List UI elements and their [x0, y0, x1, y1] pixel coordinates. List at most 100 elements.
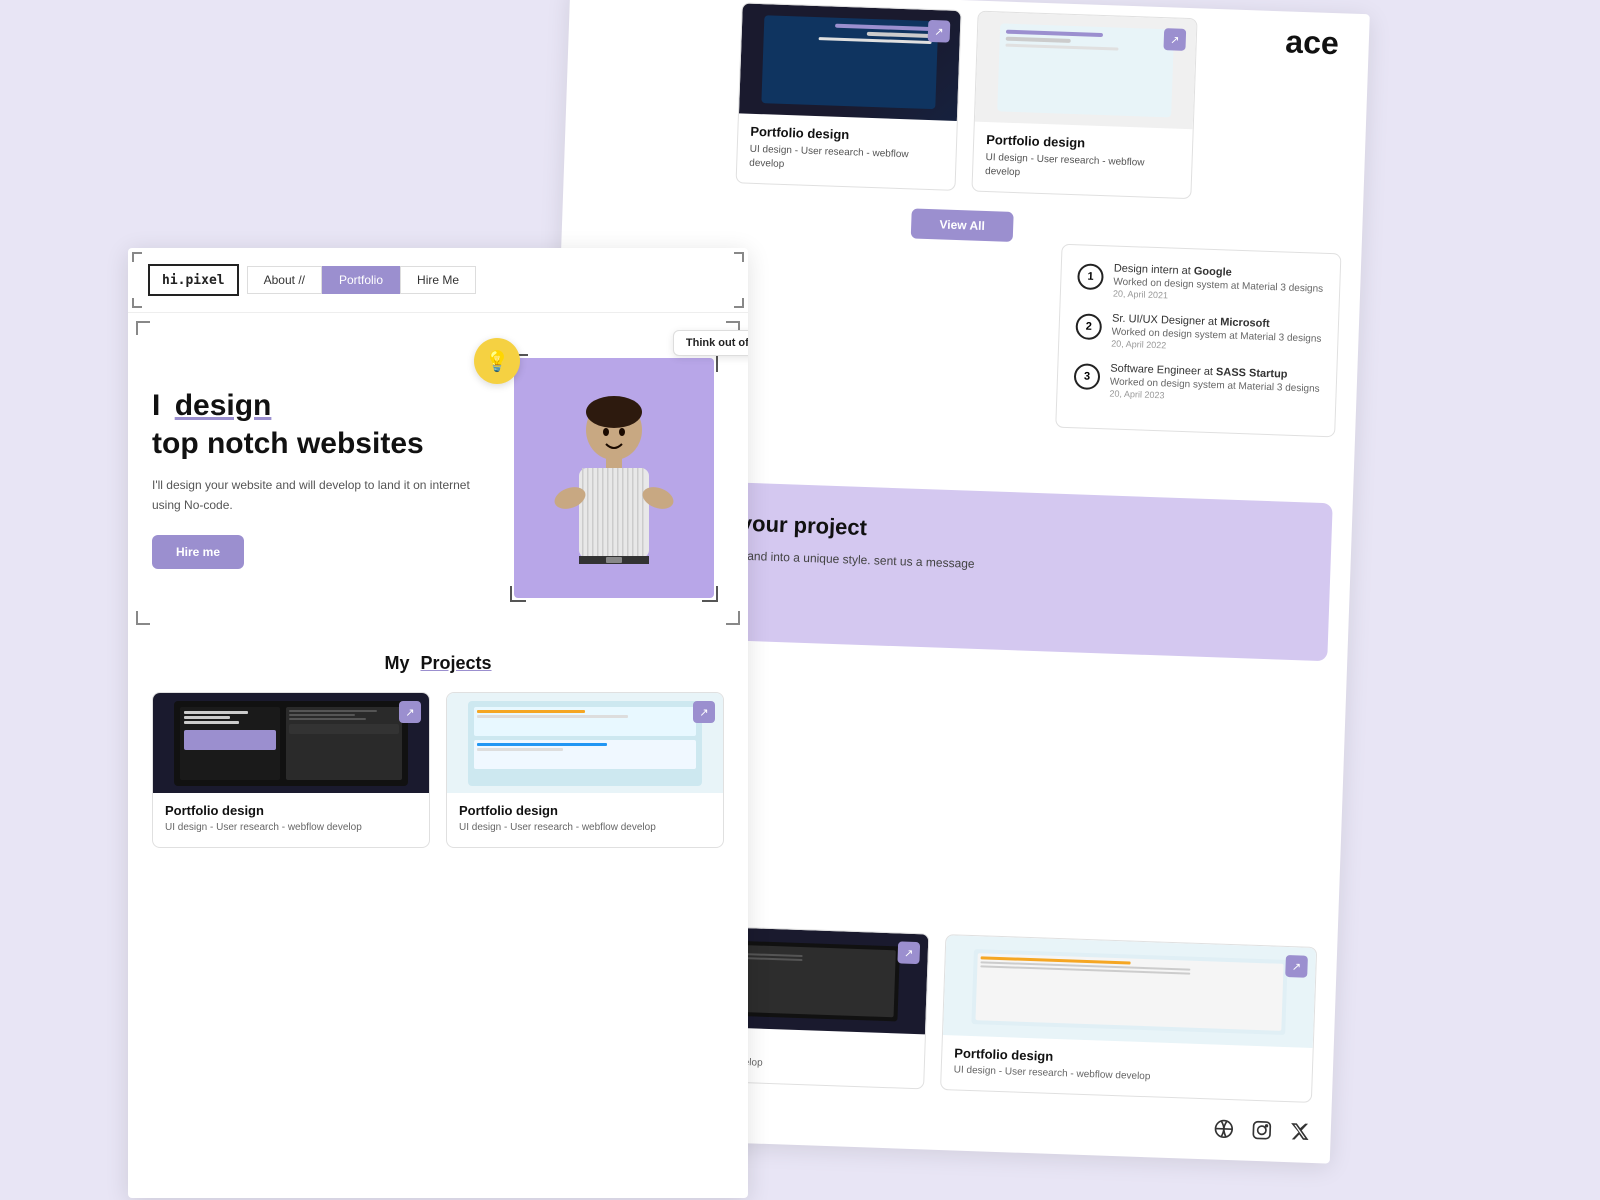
card2-top — [474, 707, 697, 736]
back-port-card-1: Portfolio design UI design - User resear… — [736, 2, 962, 191]
think-tooltip: Think out of the box — [673, 330, 748, 356]
hero-description: I'll design your website and will develo… — [152, 476, 484, 514]
back-card-2-title: Portfolio design — [986, 132, 1180, 154]
instagram-icon[interactable] — [1250, 1119, 1273, 1142]
bottom-card-2: Portfolio design UI design - User resear… — [940, 934, 1317, 1103]
exp-item-3: 3 Software Engineer at SASS Startup Work… — [1073, 361, 1320, 406]
back-card-2-body: Portfolio design UI design - User resear… — [972, 122, 1192, 199]
project-card-1-title: Portfolio design — [165, 803, 417, 818]
footer-icons — [1212, 1118, 1311, 1143]
hero-title: I design top notch websites — [152, 387, 484, 462]
back-card-2-mockup — [997, 23, 1174, 117]
navbar: hi.pixel About // Portfolio Hire Me — [128, 248, 748, 313]
c1b2 — [184, 716, 230, 719]
nav-logo-wrap: hi.pixel — [148, 264, 239, 296]
back-card-1-mockup — [761, 15, 938, 109]
ace-text: ace — [1285, 23, 1340, 62]
back-card-2-image — [975, 12, 1197, 130]
back-card-1-body: Portfolio design UI design - User resear… — [737, 113, 957, 190]
nav-link-about[interactable]: About // — [247, 266, 322, 294]
hero-corner-bl — [136, 611, 150, 625]
back-portfolio-cards-section: Portfolio design UI design - User resear… — [563, 0, 1370, 215]
mock-bar3 — [1005, 44, 1119, 51]
hero-text: I design top notch websites I'll design … — [152, 387, 504, 568]
back-card-1-desc: UI design - User research - webflow deve… — [749, 143, 944, 178]
bottom-card-2-arrow[interactable]: ↗ — [1285, 955, 1308, 978]
bottom-card-1-arrow[interactable]: ↗ — [897, 941, 920, 964]
card1-right — [286, 707, 402, 780]
bracket-br — [702, 586, 718, 602]
nav-corner-bl — [132, 298, 142, 308]
card1-mockup — [174, 701, 409, 786]
twitter-x-icon[interactable] — [1288, 1120, 1311, 1143]
hire-button[interactable]: Hire me — [152, 535, 244, 569]
projects-title-prefix: My — [384, 653, 409, 673]
hero-corner-tl — [136, 321, 150, 335]
exp-item-2: 2 Sr. UI/UX Designer at Microsoft Worked… — [1075, 311, 1322, 356]
dribbble-icon[interactable] — [1212, 1118, 1235, 1141]
back-card-1-arrow[interactable]: ↗ — [928, 20, 951, 43]
c2b2 — [477, 715, 629, 718]
project-card-1: Portfolio design UI design - User resear… — [152, 692, 430, 848]
hero-title-underline: design — [175, 389, 272, 422]
projects-title-underline: Projects — [420, 653, 491, 673]
c1b1 — [184, 711, 249, 714]
projects-section-title: My Projects — [152, 653, 724, 674]
nav-corner-tl — [132, 252, 142, 262]
laptop-screen-2 — [975, 953, 1284, 1031]
c2b4 — [477, 748, 564, 751]
nav-corner-br — [734, 298, 744, 308]
back-port-card-2: Portfolio design UI design - User resear… — [971, 11, 1197, 200]
mock-bar3 — [818, 37, 932, 44]
project-card-1-arrow[interactable]: ↗ — [399, 701, 421, 723]
back-card-1-image — [739, 3, 961, 121]
mock-bar — [1006, 30, 1104, 37]
exp-text-2: Sr. UI/UX Designer at Microsoft Worked o… — [1111, 313, 1322, 356]
exp-num-1: 1 — [1077, 263, 1104, 290]
bracket-bl — [510, 586, 526, 602]
view-all-button[interactable]: View All — [911, 208, 1013, 242]
bottom-card-2-img — [943, 935, 1316, 1048]
project-card-2-body: Portfolio design UI design - User resear… — [447, 793, 723, 847]
bottom-card-2-body: Portfolio design UI design - User resear… — [941, 1035, 1313, 1102]
exp-text-3: Software Engineer at SASS Startup Worked… — [1109, 362, 1320, 405]
project-card-2-title: Portfolio design — [459, 803, 711, 818]
card2-bottom — [474, 740, 697, 769]
project-card-2-image — [447, 693, 723, 793]
project-card-1-body: Portfolio design UI design - User resear… — [153, 793, 429, 847]
c1r1 — [289, 710, 377, 712]
c2b1 — [477, 710, 585, 713]
hero-title-suffix: top notch websites — [152, 427, 424, 460]
front-page: hi.pixel About // Portfolio Hire Me I de… — [128, 248, 748, 1198]
project-card-2: Portfolio design UI design - User resear… — [446, 692, 724, 848]
experience-section: 1 Design intern at Google Worked on desi… — [1055, 244, 1341, 438]
c1blog-label — [289, 724, 399, 734]
projects-section: My Projects — [128, 633, 748, 868]
c1b3 — [184, 721, 239, 724]
c1r3 — [289, 718, 366, 720]
lightbulb-badge: 💡 — [474, 338, 520, 384]
exp-text-1: Design intern at Google Worked on design… — [1113, 263, 1324, 306]
project-card-1-image — [153, 693, 429, 793]
nav-links: About // Portfolio Hire Me — [247, 266, 476, 294]
exp-num-2: 2 — [1075, 313, 1102, 340]
c1watch — [184, 730, 276, 750]
back-card-2-arrow[interactable]: ↗ — [1163, 28, 1186, 51]
mock-bar — [835, 24, 933, 31]
project-card-2-desc: UI design - User research - webflow deve… — [459, 821, 711, 835]
c2b3 — [477, 743, 607, 746]
hero-section: I design top notch websites I'll design … — [128, 313, 748, 633]
hero-title-prefix: I — [152, 389, 160, 422]
hero-corner-br — [726, 611, 740, 625]
nav-link-portfolio[interactable]: Portfolio — [322, 266, 400, 294]
nav-link-hireme[interactable]: Hire Me — [400, 266, 476, 294]
exp-num-3: 3 — [1074, 363, 1101, 390]
exp-item-1: 1 Design intern at Google Worked on desi… — [1077, 261, 1324, 306]
project-card-2-arrow[interactable]: ↗ — [693, 701, 715, 723]
mock-bar2 — [867, 32, 932, 38]
project-card-1-desc: UI design - User research - webflow deve… — [165, 821, 417, 835]
back-card-1-title: Portfolio design — [750, 124, 944, 146]
card1-left — [180, 707, 280, 780]
nav-logo: hi.pixel — [162, 273, 225, 288]
hero-bracket-frame — [514, 358, 714, 598]
